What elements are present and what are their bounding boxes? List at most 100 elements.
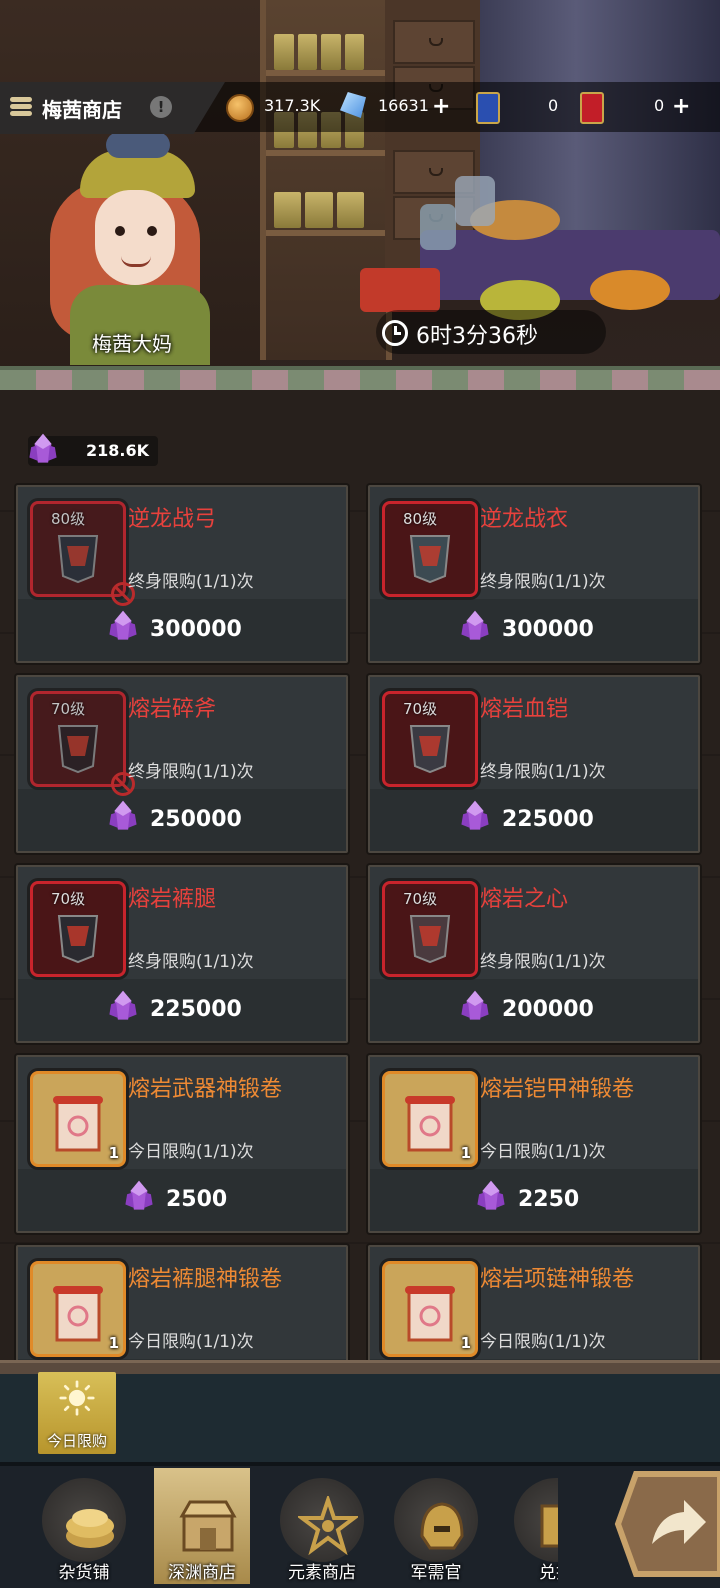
ticket-a-resource: 0	[476, 92, 566, 124]
item-name: 熔岩血铠	[480, 697, 569, 722]
item-level: 70级	[51, 700, 86, 718]
ticket-b-amount: 0	[654, 96, 665, 115]
item-name: 熔岩裤腿神锻卷	[128, 1267, 283, 1292]
ticket-a-amount: 0	[548, 96, 559, 115]
purchase-limit: 终身限购(1/1)次	[128, 572, 254, 592]
purple-crystal-icon	[458, 609, 492, 643]
shop-item-card[interactable]: 1 熔岩铠甲神锻卷 今日限购(1/1)次 2250	[368, 1055, 700, 1233]
shop-item-card[interactable]: 1 熔岩武器神锻卷今日限购(1/1)次 2500	[16, 1055, 348, 1233]
currency-balance-amount: 218.6K	[86, 441, 150, 460]
item-name: 逆龙战弓	[128, 507, 217, 532]
gold-amount: 317.3K	[264, 96, 321, 115]
item-level: 80级	[403, 510, 438, 528]
purchase-limit: 终身限购(1/1)次	[128, 762, 254, 782]
element-star-icon	[298, 1496, 358, 1556]
scroll-icon	[53, 1286, 103, 1342]
shop-item-card[interactable]: 80级 逆龙战弓终身限购(1/1)次 300000	[16, 485, 348, 663]
item-name: 熔岩碎斧	[128, 697, 217, 722]
item-quantity: 1	[460, 1334, 471, 1352]
tab-general-store[interactable]: 杂货铺	[36, 1468, 132, 1584]
ticket-b-resource: 0 +	[580, 92, 700, 124]
item-icon[interactable]: 1	[382, 1261, 478, 1357]
coin-stack-icon	[10, 97, 32, 117]
tab-exchange[interactable]: 兑换	[508, 1468, 558, 1584]
item-name: 熔岩裤腿	[128, 887, 217, 912]
item-price[interactable]: 250000	[150, 807, 242, 832]
purple-crystal-icon	[458, 989, 492, 1023]
item-price[interactable]: 200000	[502, 997, 594, 1022]
shop-title-bar: 梅茜商店 !	[0, 82, 225, 134]
equipment-icon	[57, 725, 99, 774]
tab-label: 杂货铺	[58, 1563, 110, 1583]
item-level: 70级	[51, 890, 86, 908]
equipment-icon	[409, 725, 451, 774]
info-icon[interactable]: !	[150, 96, 172, 118]
item-icon[interactable]: 1	[30, 1071, 126, 1167]
purple-crystal-icon	[106, 609, 140, 643]
gold-coin-icon	[226, 94, 254, 122]
item-price[interactable]: 300000	[502, 617, 594, 642]
item-name: 熔岩武器神锻卷	[128, 1077, 283, 1102]
currency-balance: 218.6K	[28, 433, 158, 466]
tab-abyss-shop[interactable]: 深渊商店	[154, 1468, 250, 1584]
item-price[interactable]: 225000	[150, 997, 242, 1022]
shop-item-card[interactable]: 70级 熔岩之心 终身限购(1/1)次 200000	[368, 865, 700, 1043]
equipment-icon	[409, 915, 451, 964]
item-icon[interactable]: 70级	[382, 881, 478, 977]
item-quantity: 1	[460, 1144, 471, 1162]
shop-item-card[interactable]: 1 熔岩裤腿神锻卷今日限购(1/1)次	[16, 1245, 348, 1364]
add-ticket-button[interactable]: +	[672, 94, 690, 119]
purple-crystal-icon	[458, 799, 492, 833]
scroll-icon	[53, 1096, 103, 1152]
daily-limit-label: 今日限购	[46, 1432, 107, 1450]
purchase-limit: 今日限购(1/1)次	[128, 1142, 254, 1162]
purple-crystal-icon	[106, 989, 140, 1023]
shop-item-card[interactable]: 70级 熔岩裤腿 终身限购(1/1)次 225000	[16, 865, 348, 1043]
item-icon[interactable]: 70级	[382, 691, 478, 787]
item-quantity: 1	[108, 1334, 119, 1352]
item-level: 80级	[51, 510, 86, 528]
purchase-limit: 终身限购(1/1)次	[480, 762, 606, 782]
shop-item-card[interactable]: 70级 熔岩碎斧终身限购(1/1)次 250000	[16, 675, 348, 853]
purple-crystal-icon	[106, 799, 140, 833]
purple-crystal-icon	[26, 432, 60, 466]
equipment-icon	[57, 915, 99, 964]
shop-title: 梅茜商店	[42, 98, 122, 122]
purple-crystal-icon	[474, 1179, 508, 1213]
item-icon[interactable]: 80级	[30, 501, 135, 606]
equipment-icon	[409, 535, 451, 584]
daily-limit-button[interactable]: 今日限购	[38, 1372, 116, 1454]
item-price[interactable]: 2250	[518, 1187, 579, 1212]
npc-name: 梅茜大妈	[92, 332, 172, 356]
purchase-limit: 今日限购(1/1)次	[480, 1142, 606, 1162]
tab-element-shop[interactable]: 元素商店	[274, 1468, 370, 1584]
item-icon[interactable]: 1	[30, 1261, 126, 1357]
shop-item-card[interactable]: 70级 熔岩血铠终身限购(1/1)次 225000	[368, 675, 700, 853]
item-price[interactable]: 300000	[150, 617, 242, 642]
item-name: 逆龙战衣	[480, 507, 569, 532]
item-icon[interactable]: 1	[382, 1071, 478, 1167]
coins-icon	[66, 1509, 114, 1548]
purchase-limit: 今日限购(1/1)次	[128, 1332, 254, 1352]
shop-item-card[interactable]: 1 熔岩项链神锻卷 今日限购(1/1)次	[368, 1245, 700, 1364]
item-name: 熔岩项链神锻卷	[480, 1267, 635, 1292]
shop-banner: 梅茜大妈	[0, 0, 720, 390]
helmet-icon	[420, 1502, 464, 1550]
item-icon[interactable]: 80级	[382, 501, 478, 597]
equipment-icon	[57, 535, 99, 584]
item-icon[interactable]: 70级	[30, 691, 135, 796]
add-diamond-button[interactable]: +	[432, 94, 450, 119]
diamond-resource: 16631 +	[340, 92, 460, 122]
item-quantity: 1	[108, 1144, 119, 1162]
tab-quartermaster[interactable]: 军需官	[388, 1468, 484, 1584]
item-price[interactable]: 2500	[166, 1187, 227, 1212]
counter-table	[420, 230, 720, 300]
item-price[interactable]: 225000	[502, 807, 594, 832]
item-name: 熔岩之心	[480, 887, 569, 912]
item-icon[interactable]: 70级	[30, 881, 126, 977]
gold-resource: 317.3K	[226, 92, 336, 122]
next-arrow-button[interactable]	[612, 1468, 720, 1580]
refresh-timer-text: 6时3分36秒	[416, 324, 538, 349]
tab-label: 兑换	[539, 1563, 558, 1583]
shop-item-card[interactable]: 80级 逆龙战衣 终身限购(1/1)次 300000	[368, 485, 700, 663]
